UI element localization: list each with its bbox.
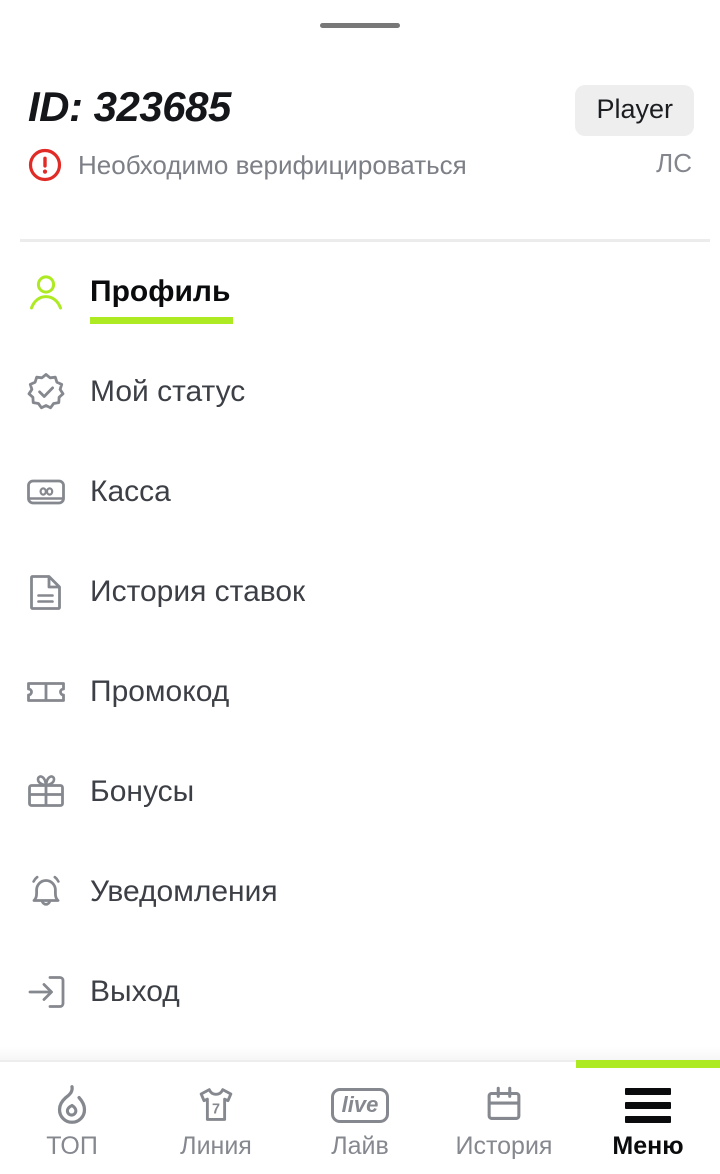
logout-icon xyxy=(24,970,68,1014)
menu-item-my-status[interactable]: Мой статус xyxy=(0,342,686,442)
menu-item-profile[interactable]: Профиль xyxy=(0,242,686,342)
account-menu-sheet: ID: 323685 Player Необходимо верифициров… xyxy=(0,0,720,1174)
menu-item-bonuses[interactable]: Бонусы xyxy=(0,742,686,842)
menu-item-notifications[interactable]: Уведомления xyxy=(0,842,686,942)
menu-item-logout[interactable]: Выход xyxy=(0,942,686,1042)
nav-item-label: Меню xyxy=(612,1132,684,1160)
live-badge-text: live xyxy=(330,1087,390,1123)
ticket-icon xyxy=(24,670,68,714)
badge-check-icon xyxy=(24,370,68,414)
exclamation-circle-icon xyxy=(28,148,62,182)
bell-icon xyxy=(24,870,68,914)
menu-item-label: Профиль xyxy=(90,275,234,324)
bottom-navigation: ТОП 7 Линия live Лайв История Меню xyxy=(0,1060,720,1174)
nav-item-label: Лайв xyxy=(331,1132,389,1160)
menu-item-label: История ставок xyxy=(90,575,306,608)
menu-item-cashier[interactable]: Касса xyxy=(0,442,686,542)
sheet-drag-area[interactable] xyxy=(0,0,720,50)
nav-item-label: Линия xyxy=(180,1132,252,1160)
verification-text: Необходимо верифицироваться xyxy=(78,150,467,180)
menu-item-label: Бонусы xyxy=(90,775,195,808)
gift-icon xyxy=(24,770,68,814)
account-menu-list: Профиль Мой статус Касса История ставок … xyxy=(0,242,686,1042)
menu-item-label: Мой статус xyxy=(90,375,246,408)
nav-item-menu[interactable]: Меню xyxy=(576,1060,720,1174)
verification-notice[interactable]: Необходимо верифицироваться xyxy=(28,148,467,182)
menu-item-bet-history[interactable]: История ставок xyxy=(0,542,686,642)
role-badge[interactable]: Player xyxy=(575,85,694,136)
svg-text:7: 7 xyxy=(212,1102,220,1118)
drag-handle[interactable] xyxy=(320,23,400,28)
account-header: ID: 323685 Player Необходимо верифициров… xyxy=(0,50,720,226)
menu-item-label: Уведомления xyxy=(90,875,278,908)
menu-item-label: Касса xyxy=(90,475,171,508)
jersey-icon: 7 xyxy=(192,1082,240,1128)
nav-item-line[interactable]: 7 Линия xyxy=(144,1062,288,1174)
nav-item-label: История xyxy=(455,1132,553,1160)
bottom-nav-shadow xyxy=(0,1046,720,1060)
active-tab-indicator xyxy=(576,1060,720,1068)
nav-item-top[interactable]: ТОП xyxy=(0,1062,144,1174)
cash-register-icon xyxy=(24,470,68,514)
live-icon: live xyxy=(330,1082,390,1128)
nav-item-history[interactable]: История xyxy=(432,1062,576,1174)
menu-item-label: Промокод xyxy=(90,675,230,708)
user-icon xyxy=(24,270,68,314)
menu-item-label: Выход xyxy=(90,975,180,1008)
personal-account-link[interactable]: ЛС xyxy=(656,150,692,176)
flame-icon xyxy=(48,1082,96,1128)
calendar-icon xyxy=(480,1082,528,1128)
hamburger-icon xyxy=(624,1082,672,1128)
nav-item-label: ТОП xyxy=(46,1132,98,1160)
document-icon xyxy=(24,570,68,614)
nav-item-live[interactable]: live Лайв xyxy=(288,1062,432,1174)
menu-item-promocode[interactable]: Промокод xyxy=(0,642,686,742)
page-title: ID: 323685 xyxy=(28,83,231,130)
menu-scrollbar-track[interactable] xyxy=(686,242,696,1052)
